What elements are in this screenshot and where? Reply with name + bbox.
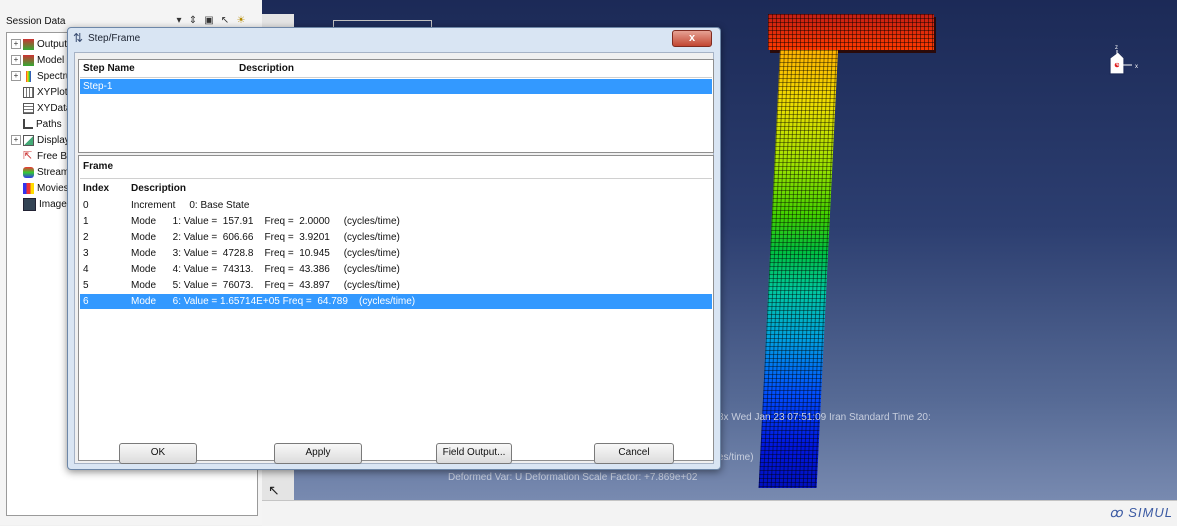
frame-index-cell: 0 xyxy=(83,200,89,211)
frame-description-cell: Mode 6: Value = 1.65714E+05 Freq = 64.78… xyxy=(131,296,416,307)
frame-description-cell: Mode 5: Value = 76073. Freq = 43.897 (cy… xyxy=(131,280,400,291)
step-frame-icon: ⇅ xyxy=(73,31,84,45)
dialog-body: Step Name Description Step-1 Frame Index… xyxy=(74,52,714,464)
frame-index-cell: 4 xyxy=(83,264,89,275)
svg-text:x: x xyxy=(1135,64,1138,70)
status-bar: ꝏ SIMUL xyxy=(262,500,1177,526)
database-icon xyxy=(23,38,34,50)
tree-item-spectrum[interactable]: + Spectru xyxy=(11,69,71,85)
tree-item-movies[interactable]: Movies xyxy=(11,181,69,197)
path-icon xyxy=(23,119,33,130)
step-list: Step Name Description Step-1 xyxy=(78,59,714,153)
frame-section-label: Frame xyxy=(83,161,114,172)
frame-row[interactable]: 2 Mode 2: Value = 606.66 Freq = 3.9201 (… xyxy=(80,230,712,245)
tree-item-label: XYPlot xyxy=(37,87,68,98)
tree-item-model[interactable]: + Model xyxy=(11,53,64,69)
spectrum-icon xyxy=(26,70,31,82)
model-flange xyxy=(768,14,934,50)
step-name-header: Step Name xyxy=(83,63,135,74)
frame-description-cell: Mode 2: Value = 606.66 Freq = 3.9201 (cy… xyxy=(131,232,400,243)
frame-row[interactable]: 1 Mode 1: Value = 157.91 Freq = 2.0000 (… xyxy=(80,214,712,229)
pointer-tool-icon[interactable]: ↖ xyxy=(268,482,280,499)
frame-row[interactable]: 0 Increment 0: Base State xyxy=(80,198,712,213)
filter-icon[interactable]: ▣ xyxy=(202,14,216,28)
session-title: Session Data xyxy=(6,16,66,27)
dropdown-icon[interactable]: ▾ xyxy=(172,14,186,28)
tree-item-xydata[interactable]: XYData xyxy=(11,101,71,117)
frame-row[interactable]: 5 Mode 5: Value = 76073. Freq = 43.897 (… xyxy=(80,278,712,293)
brand-icon: ꝏ xyxy=(1109,505,1129,520)
grid-icon xyxy=(23,86,34,98)
frame-row[interactable]: 3 Mode 3: Value = 4728.8 Freq = 10.945 (… xyxy=(80,246,712,261)
expand-icon[interactable]: + xyxy=(11,39,21,50)
frame-index-cell: 3 xyxy=(83,248,89,259)
step-description-header: Description xyxy=(239,63,295,74)
tree-item-label: Movies xyxy=(37,183,69,194)
step-row[interactable]: Step-1 xyxy=(80,79,712,94)
sort-icon[interactable]: ⇕ xyxy=(186,14,200,28)
pointer-icon[interactable]: ↖ xyxy=(218,14,232,28)
frame-description-cell: Mode 4: Value = 74313. Freq = 43.386 (cy… xyxy=(131,264,400,275)
viewport-timestamp: 3x Wed Jan 23 07:51:09 Iran Standard Tim… xyxy=(718,412,931,423)
image-icon xyxy=(23,197,36,211)
frame-description-header: Description xyxy=(131,183,187,194)
ok-button[interactable]: OK xyxy=(119,443,197,464)
frame-index-header: Index xyxy=(83,183,110,194)
dialog-titlebar[interactable]: ⇅ Step/Frame x xyxy=(68,28,720,50)
tree-item-label: Paths xyxy=(36,119,62,130)
tree-item-display[interactable]: + Display xyxy=(11,133,70,149)
frame-description-cell: Mode 3: Value = 4728.8 Freq = 10.945 (cy… xyxy=(131,248,400,259)
free-body-icon: ⇱ xyxy=(23,149,33,162)
step-name-cell: Step-1 xyxy=(83,81,113,92)
stream-icon xyxy=(23,166,34,178)
tree-item-images[interactable]: Images xyxy=(11,197,72,213)
apply-button[interactable]: Apply xyxy=(274,443,362,464)
expand-icon[interactable]: + xyxy=(11,135,21,146)
tree-item-xyplot[interactable]: XYPlot xyxy=(11,85,68,101)
dialog-title: Step/Frame xyxy=(88,33,141,44)
tree-item-label: Output xyxy=(37,39,68,50)
database-icon xyxy=(23,54,34,66)
viewport-frequency-unit: es/time) xyxy=(718,452,754,463)
axis-triad-icon: z x xyxy=(1109,45,1138,75)
tree-item-paths[interactable]: Paths xyxy=(11,117,62,133)
close-button[interactable]: x xyxy=(672,30,712,47)
frame-index-cell: 2 xyxy=(83,232,89,243)
cancel-button[interactable]: Cancel xyxy=(594,443,674,464)
frame-row-selected[interactable]: 6 Mode 6: Value = 1.65714E+05 Freq = 64.… xyxy=(80,294,712,309)
frame-index-cell: 5 xyxy=(83,280,89,291)
tree-item-free-body[interactable]: ⇱ Free Bo xyxy=(11,149,73,165)
field-output-button[interactable]: Field Output... xyxy=(436,443,512,464)
tree-item-output[interactable]: + Output xyxy=(11,37,67,53)
brand-logo: ꝏ SIMUL xyxy=(1109,505,1173,520)
lightbulb-icon[interactable]: ☀ xyxy=(234,14,248,28)
step-frame-dialog: ⇅ Step/Frame x Step Name Description Ste… xyxy=(67,27,721,470)
svg-text:z: z xyxy=(1115,45,1118,51)
frame-row[interactable]: 4 Mode 4: Value = 74313. Freq = 43.386 (… xyxy=(80,262,712,277)
tree-item-stream[interactable]: Stream xyxy=(11,165,69,181)
frame-list: Frame Index Description 0 Increment 0: B… xyxy=(78,155,714,461)
tree-item-label: Model xyxy=(37,55,65,66)
display-group-icon xyxy=(23,134,34,146)
tree-item-label: Display xyxy=(37,135,70,146)
expand-icon[interactable]: + xyxy=(11,71,21,82)
frame-description-cell: Mode 1: Value = 157.91 Freq = 2.0000 (cy… xyxy=(131,216,400,227)
viewport-deformation-info: Deformed Var: U Deformation Scale Factor… xyxy=(448,472,698,483)
frame-index-cell: 1 xyxy=(83,216,89,227)
tree-item-label: Stream xyxy=(37,167,70,178)
frame-description-cell: Increment 0: Base State xyxy=(131,200,250,211)
movie-icon xyxy=(23,182,34,194)
frame-index-cell: 6 xyxy=(83,296,89,307)
table-icon xyxy=(23,102,34,114)
expand-icon[interactable]: + xyxy=(11,55,21,66)
